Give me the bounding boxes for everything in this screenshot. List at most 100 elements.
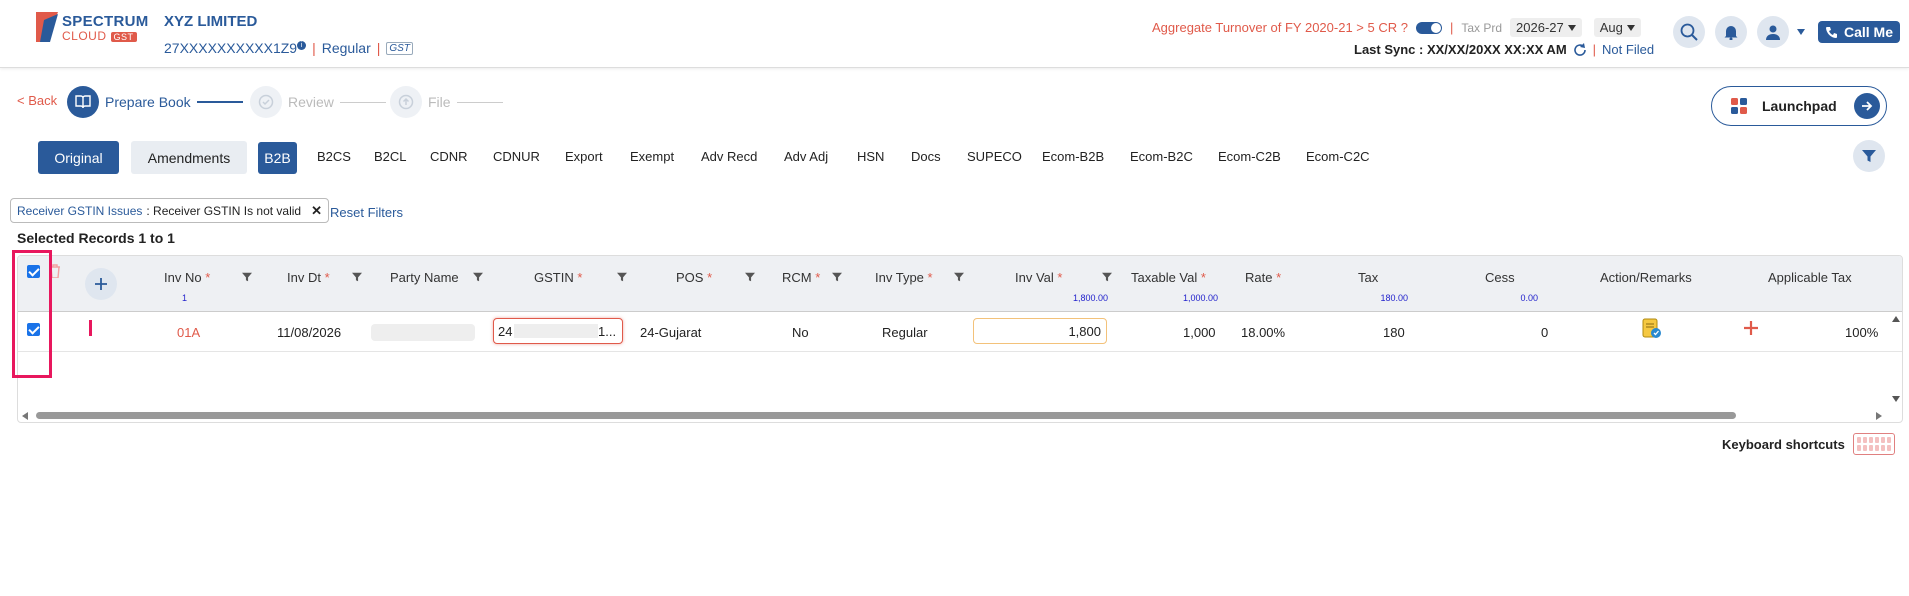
cell-inv-val-input[interactable]: 1,800 bbox=[973, 318, 1107, 344]
search-button[interactable] bbox=[1673, 16, 1705, 48]
arrow-right-icon bbox=[1854, 93, 1880, 119]
company-name: XYZ LIMITED bbox=[164, 13, 258, 30]
cell-rate[interactable]: 18.00% bbox=[1241, 325, 1285, 340]
scroll-right-icon[interactable] bbox=[1876, 412, 1882, 420]
cell-inv-no[interactable]: 01A bbox=[177, 325, 200, 340]
top-header: SPECTRUM CLOUD GST XYZ LIMITED 27XXXXXXXX… bbox=[0, 0, 1909, 68]
refresh-icon[interactable] bbox=[1573, 42, 1587, 57]
gst-logo-icon: GST bbox=[386, 41, 413, 55]
cell-applicable-tax[interactable]: 100% bbox=[1845, 325, 1878, 340]
filter-icon[interactable] bbox=[832, 272, 842, 282]
remarks-document-icon[interactable] bbox=[1642, 318, 1662, 340]
cell-party-name-redacted[interactable] bbox=[371, 324, 475, 341]
filter-button[interactable] bbox=[1853, 140, 1885, 172]
cell-tax: 180 bbox=[1383, 325, 1405, 340]
cell-cess[interactable]: 0 bbox=[1541, 325, 1548, 340]
tab-b2b[interactable]: B2B bbox=[258, 142, 297, 174]
year-select[interactable]: 2026-27 bbox=[1510, 18, 1582, 37]
total-inv-no: 1 bbox=[182, 293, 188, 303]
tab-amendments[interactable]: Amendments bbox=[131, 141, 247, 174]
invoice-table: Inv No * 1 Inv Dt * Party Name GSTIN * P… bbox=[17, 255, 1903, 423]
tab-b2cl[interactable]: B2CL bbox=[374, 149, 407, 164]
scroll-up-icon[interactable] bbox=[1892, 316, 1900, 322]
launchpad-grid-icon bbox=[1731, 98, 1747, 114]
scroll-down-icon[interactable] bbox=[1892, 396, 1900, 402]
selected-records: Selected Records 1 to 1 bbox=[17, 230, 175, 246]
tab-original[interactable]: Original bbox=[38, 141, 119, 174]
filter-chip: Receiver GSTIN Issues : Receiver GSTIN I… bbox=[10, 198, 329, 223]
user-icon bbox=[1766, 25, 1780, 40]
cell-inv-type[interactable]: Regular bbox=[882, 325, 928, 340]
notifications-button[interactable] bbox=[1715, 16, 1747, 48]
tab-cdnr[interactable]: CDNR bbox=[430, 149, 468, 164]
add-action-plus-icon[interactable] bbox=[1744, 321, 1758, 335]
user-menu-button[interactable] bbox=[1757, 16, 1789, 48]
last-sync: Last Sync : XX/XX/20XX XX:XX AM | Not Fi… bbox=[1354, 42, 1655, 57]
close-icon[interactable]: ✕ bbox=[311, 203, 322, 219]
keyboard-icon[interactable] bbox=[1852, 433, 1895, 455]
tab-hsn[interactable]: HSN bbox=[857, 149, 884, 164]
step-prepare-book[interactable]: Prepare Book bbox=[67, 86, 243, 118]
cell-taxable-val[interactable]: 1,000 bbox=[1183, 325, 1216, 340]
tab-ecom-b2b[interactable]: Ecom-B2B bbox=[1042, 149, 1104, 164]
file-upload-icon bbox=[398, 94, 414, 110]
tab-export[interactable]: Export bbox=[565, 149, 603, 164]
error-indicator bbox=[89, 320, 92, 336]
info-icon[interactable]: i bbox=[297, 41, 307, 51]
scroll-left-icon[interactable] bbox=[22, 412, 28, 420]
filter-icon[interactable] bbox=[242, 272, 252, 282]
chevron-down-icon bbox=[1626, 24, 1635, 31]
gstin-line: 27XXXXXXXXXX1Z9 i | Regular | GST bbox=[164, 40, 413, 56]
filter-icon[interactable] bbox=[473, 272, 483, 282]
tab-supeco[interactable]: SUPECO bbox=[967, 149, 1022, 164]
filter-icon[interactable] bbox=[1102, 272, 1112, 282]
tab-b2cs[interactable]: B2CS bbox=[317, 149, 351, 164]
call-me-button[interactable]: Call Me bbox=[1818, 21, 1900, 43]
turnover-toggle[interactable] bbox=[1415, 21, 1442, 34]
step-file[interactable]: File bbox=[390, 86, 503, 118]
tab-ecom-c2c[interactable]: Ecom-C2C bbox=[1306, 149, 1370, 164]
header-inv-val: Inv Val * bbox=[1015, 270, 1063, 285]
plus-icon bbox=[95, 278, 107, 290]
table-header: Inv No * 1 Inv Dt * Party Name GSTIN * P… bbox=[18, 256, 1902, 312]
user-menu-chevron-down-icon[interactable] bbox=[1797, 29, 1805, 35]
brand-sub: CLOUD GST bbox=[62, 29, 137, 43]
tab-docs[interactable]: Docs bbox=[911, 149, 941, 164]
phone-icon bbox=[1825, 26, 1837, 38]
header-inv-no: Inv No * bbox=[164, 270, 211, 285]
total-taxable-val: 1,000.00 bbox=[1182, 293, 1218, 303]
step-review[interactable]: Review bbox=[250, 86, 386, 118]
filter-icon bbox=[1862, 150, 1876, 162]
month-select[interactable]: Aug bbox=[1593, 18, 1641, 37]
add-row-button[interactable] bbox=[85, 268, 117, 300]
reset-filters-link[interactable]: Reset Filters bbox=[330, 205, 403, 220]
cell-pos[interactable]: 24-Gujarat bbox=[640, 325, 701, 340]
filed-status: Not Filed bbox=[1602, 42, 1655, 57]
header-tax: Tax bbox=[1358, 270, 1379, 285]
header-action-remarks: Action/Remarks bbox=[1600, 270, 1692, 285]
cell-gstin-input[interactable]: 24 1... bbox=[493, 318, 623, 344]
keyboard-shortcuts[interactable]: Keyboard shortcuts bbox=[1722, 433, 1895, 455]
total-cess: 0.00 bbox=[1520, 293, 1538, 303]
filter-icon[interactable] bbox=[617, 272, 627, 282]
header-rcm: RCM * bbox=[782, 270, 821, 285]
bell-icon bbox=[1724, 26, 1738, 40]
tab-exempt[interactable]: Exempt bbox=[630, 149, 674, 164]
horizontal-scrollbar[interactable] bbox=[20, 411, 1883, 420]
launchpad-button[interactable]: Launchpad bbox=[1711, 86, 1887, 126]
tab-ecom-c2b[interactable]: Ecom-C2B bbox=[1218, 149, 1281, 164]
filter-icon[interactable] bbox=[745, 272, 755, 282]
filter-icon[interactable] bbox=[954, 272, 964, 282]
tab-ecom-b2c[interactable]: Ecom-B2C bbox=[1130, 149, 1193, 164]
aggregate-turnover: Aggregate Turnover of FY 2020-21 > 5 CR … bbox=[1152, 18, 1641, 37]
back-link[interactable]: < Back bbox=[17, 93, 57, 108]
scrollbar-thumb[interactable] bbox=[36, 412, 1736, 419]
cell-rcm[interactable]: No bbox=[792, 325, 809, 340]
highlight-box bbox=[12, 250, 52, 378]
filter-icon[interactable] bbox=[352, 272, 362, 282]
tab-adv-adj[interactable]: Adv Adj bbox=[784, 149, 828, 164]
registration-type: Regular bbox=[321, 40, 371, 56]
tab-cdnur[interactable]: CDNUR bbox=[493, 149, 540, 164]
cell-inv-dt[interactable]: 11/08/2026 bbox=[277, 325, 341, 340]
tab-adv-recd[interactable]: Adv Recd bbox=[701, 149, 757, 164]
